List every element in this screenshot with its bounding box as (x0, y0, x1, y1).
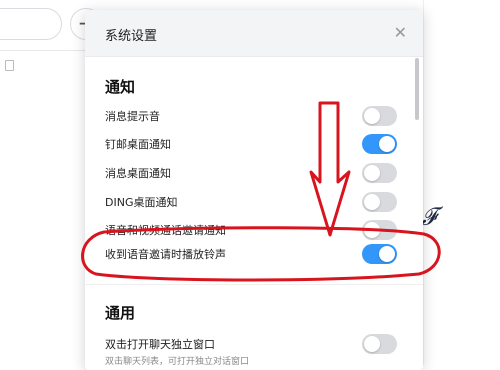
setting-label: 双击打开聊天独立窗口 (105, 338, 215, 351)
annotation-ellipse (81, 226, 441, 282)
close-icon[interactable]: ✕ (394, 23, 407, 42)
section-divider (85, 284, 423, 285)
setting-label: 钉邮桌面通知 (105, 138, 171, 151)
toggle-double-click-window[interactable] (362, 334, 397, 354)
setting-label: DING桌面通知 (105, 196, 178, 209)
dialog-header: 系统设置 ✕ (85, 10, 423, 57)
toggle-knob (364, 336, 380, 352)
section-title-notify: 通知 (105, 78, 136, 96)
setting-description: 双击聊天列表，可打开独立对话窗口 (105, 357, 250, 367)
setting-label: 消息提示音 (105, 110, 160, 123)
setting-label: 消息桌面通知 (105, 167, 171, 180)
divider (0, 50, 85, 51)
scrollbar[interactable] (415, 58, 419, 120)
toggle-knob (364, 165, 380, 181)
section-title-general: 通用 (105, 304, 136, 322)
document-icon (5, 60, 14, 71)
divider (423, 0, 424, 365)
toggle-knob (364, 108, 380, 124)
toggle-mail-desktop-notify[interactable] (362, 134, 397, 154)
toggle-ding-desktop-notify[interactable] (362, 192, 397, 212)
toggle-knob (379, 136, 395, 152)
toggle-knob (364, 194, 380, 210)
toggle-message-desktop-notify[interactable] (362, 163, 397, 183)
settings-dialog: 系统设置 ✕ 通知 消息提示音 钉邮桌面通知 消息桌面通知 DING桌面通知 语… (85, 10, 423, 370)
search-box[interactable] (0, 8, 62, 40)
setting-row-double-click-window: 双击打开聊天独立窗口 双击聊天列表，可打开独立对话窗口 (105, 332, 397, 370)
toggle-message-sound[interactable] (362, 106, 397, 126)
dialog-title: 系统设置 (105, 29, 158, 44)
annotation-arrow (309, 101, 351, 237)
